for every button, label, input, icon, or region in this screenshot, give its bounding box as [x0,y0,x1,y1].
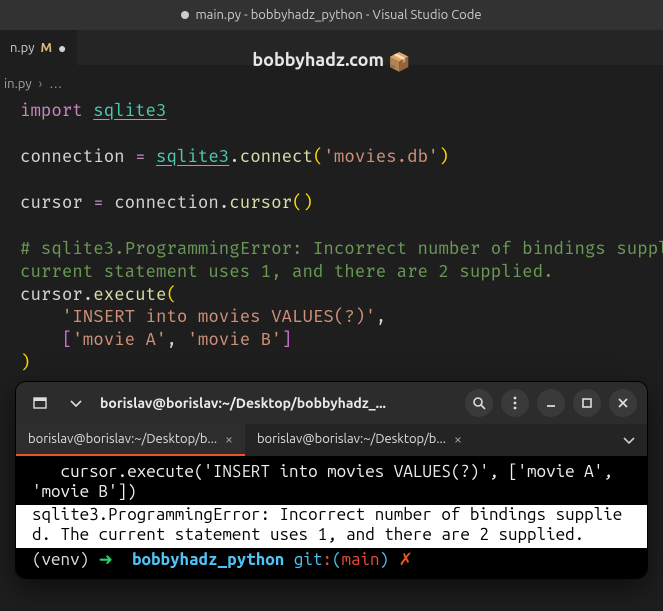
close-icon[interactable]: × [454,431,462,447]
maximize-icon [579,395,595,411]
chevron-down-icon [68,395,84,411]
terminal-menu-button[interactable] [501,389,529,417]
tab-dirty-icon: ● [58,40,66,56]
code-token: # sqlite3.ProgrammingError: Incorrect nu… [20,239,663,260]
prompt-rparen: ) [380,550,390,569]
terminal-tab-1[interactable]: borislav@borislav:~/Desktop/b... × [245,424,474,456]
editor-tab-main[interactable]: n.py M ● [0,30,77,65]
code-token: ( [292,193,302,214]
window-title: main.py - bobbyhadz_python - Visual Stud… [195,8,481,22]
terminal-output: cursor.execute('INSERT into movies VALUE… [16,456,647,505]
close-icon [615,395,631,411]
code-token: , [376,307,386,328]
code-token: . [229,147,239,168]
terminal-error: sqlite3.ProgrammingError: Incorrect numb… [16,505,647,548]
code-token: cursor [20,193,83,214]
code-token: = [135,147,145,168]
prompt-lparen: ( [332,550,342,569]
prompt-venv: (venv) [32,550,89,569]
close-icon[interactable]: × [225,431,233,447]
prompt-branch: main [341,550,379,569]
code-token: cursor [229,193,292,214]
code-token: 'movie A' [72,330,166,351]
terminal-tab-add[interactable] [611,424,647,456]
code-token: connect [240,147,313,168]
terminal-window: borislav@borislav:~/Desktop/bobbyhadz_..… [16,382,647,578]
terminal-header: borislav@borislav:~/Desktop/bobbyhadz_..… [16,382,647,424]
code-editor[interactable]: import sqlite3 connection = sqlite3.conn… [0,95,663,376]
terminal-new-icon [32,395,48,411]
terminal-title: borislav@borislav:~/Desktop/bobbyhadz_..… [100,395,386,411]
cross-icon: ✗ [399,550,413,569]
code-token: cursor [20,285,83,306]
window-titlebar: main.py - bobbyhadz_python - Visual Stud… [0,0,663,30]
terminal-tab-0[interactable]: borislav@borislav:~/Desktop/b... × [16,424,245,456]
terminal-close-button[interactable] [609,389,637,417]
new-terminal-button[interactable] [26,389,54,417]
code-token: 'movie B' [187,330,281,351]
prompt-dir: bobbyhadz_python [132,550,284,569]
search-icon [471,395,487,411]
terminal-search-button[interactable] [465,389,493,417]
terminal-tab-label: borislav@borislav:~/Desktop/b... [257,432,446,446]
code-token: ] [282,330,292,351]
code-token: connection [20,147,125,168]
code-token: ) [303,193,313,214]
code-token: . [219,193,229,214]
prompt-colon: : [322,550,332,569]
code-token: , [166,330,176,351]
arrow-icon: ➜ [99,550,113,569]
breadcrumb[interactable]: in.py › … [0,73,663,95]
terminal-tabbar: borislav@borislav:~/Desktop/b... × boris… [16,424,647,456]
code-token: sqlite3 [156,147,229,168]
code-token: execute [93,285,166,306]
breadcrumb-file: in.py [4,77,32,91]
kebab-icon [507,395,523,411]
code-token: 'movies.db' [323,147,438,168]
terminal-minimize-button[interactable] [537,389,565,417]
tab-git-status: M [40,41,52,55]
code-token: connection [114,193,219,214]
terminal-body[interactable]: cursor.execute('INSERT into movies VALUE… [16,456,647,578]
minimize-icon [543,395,559,411]
tab-filename: n.py [10,41,34,55]
code-token: ) [439,147,449,168]
terminal-tab-label: borislav@borislav:~/Desktop/b... [28,432,217,446]
code-token: = [93,193,103,214]
editor-tabbar: n.py M ● [0,30,663,65]
code-token: . [83,285,93,306]
code-token: current statement uses 1, and there are … [20,262,554,283]
prompt-git-label: git [294,550,323,569]
chevron-right-icon: › [39,77,43,91]
code-token: [ [62,330,72,351]
code-token: 'INSERT into movies VALUES(?)' [62,307,376,328]
code-token: ( [166,285,176,306]
code-token: import [20,101,83,122]
terminal-prompt: (venv) ➜ bobbyhadz_python git:(main) ✗ [16,548,647,578]
code-token: sqlite3 [93,101,166,122]
terminal-maximize-button[interactable] [573,389,601,417]
code-token: ( [313,147,323,168]
breadcrumb-rest: … [49,77,62,91]
dirty-indicator-icon [181,11,189,19]
terminal-dropdown-button[interactable] [62,389,90,417]
code-token: ) [20,353,30,374]
chevron-down-icon [621,432,637,448]
